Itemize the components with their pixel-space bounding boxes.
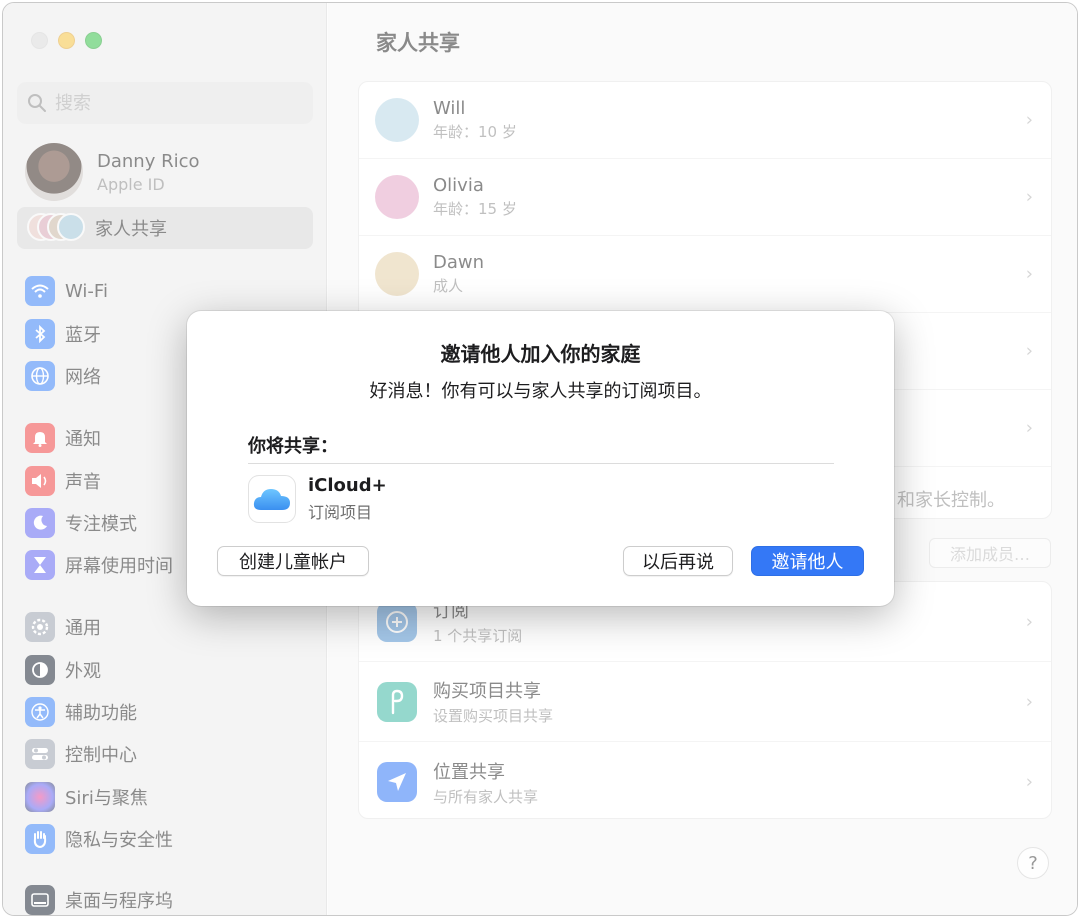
divider (248, 463, 834, 464)
later-button[interactable]: 以后再说 (623, 546, 733, 576)
dialog-title: 邀请他人加入你的家庭 (440, 342, 641, 366)
invite-dialog: 邀请他人加入你的家庭 好消息！你有可以与家人共享的订阅项目。 你将共享： iCl… (187, 311, 894, 606)
item-name: iCloud+ (308, 475, 387, 496)
invite-button[interactable]: 邀请他人 (751, 546, 864, 576)
item-subtitle: 订阅项目 (308, 503, 373, 522)
shared-item: iCloud+ 订阅项目 (248, 475, 387, 523)
create-child-account-button[interactable]: 创建儿童帐户 (217, 546, 369, 576)
icloud-icon (248, 475, 296, 523)
share-label: 你将共享： (248, 436, 338, 457)
dialog-subtitle: 好消息！你有可以与家人共享的订阅项目。 (369, 381, 712, 402)
